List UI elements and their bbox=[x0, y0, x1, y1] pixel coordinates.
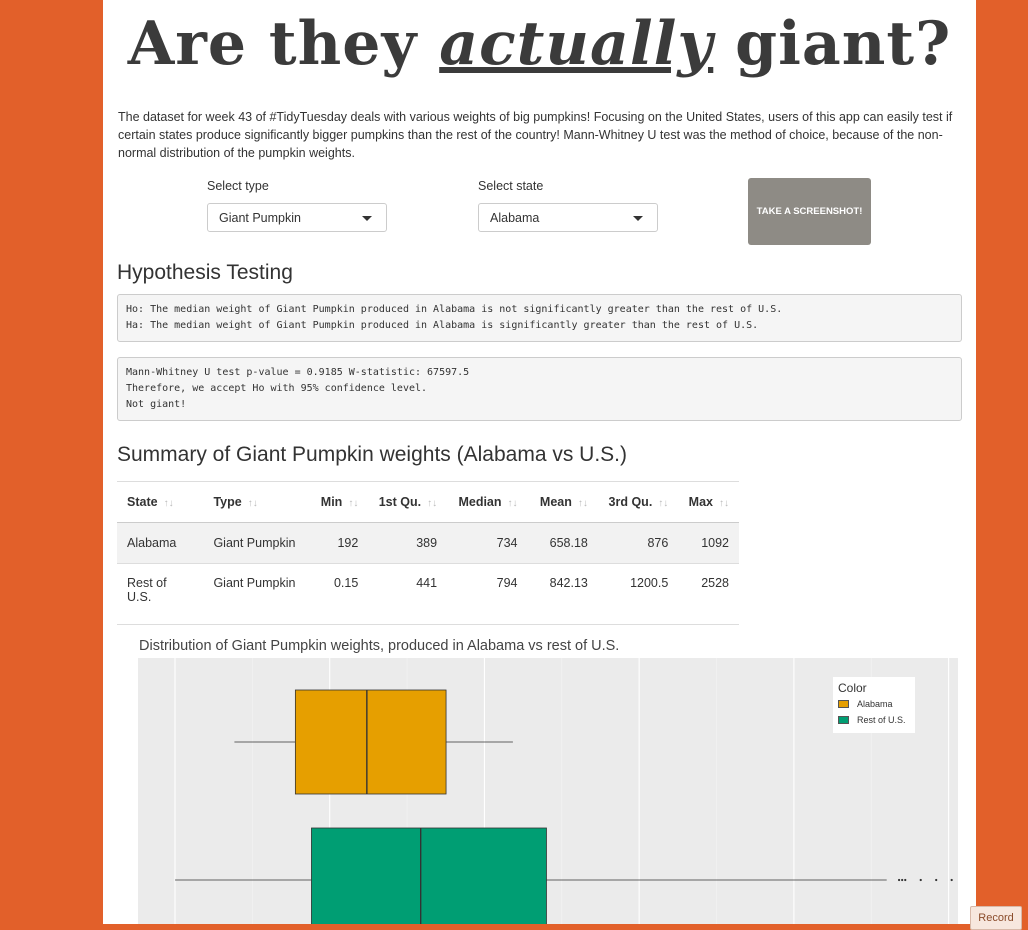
result-line-1: Mann-Whitney U test p-value = 0.9185 W-s… bbox=[126, 367, 470, 378]
cell-median: 794 bbox=[447, 563, 528, 625]
box-alabama bbox=[294, 689, 447, 795]
chart-legend: Color Alabama Rest of U.S. bbox=[833, 677, 915, 733]
app-title-part3: giant? bbox=[735, 9, 952, 79]
outlier-point-rest-of-u-s bbox=[904, 878, 907, 882]
type-select[interactable]: Giant Pumpkin bbox=[207, 203, 387, 232]
sort-icon: ↑↓ bbox=[247, 498, 258, 509]
outlier-point-rest-of-u-s bbox=[901, 878, 904, 882]
outlier-point-rest-of-u-s bbox=[950, 878, 953, 882]
cell-type: Giant Pumpkin bbox=[203, 522, 308, 564]
hypothesis-box: Ho: The median weight of Giant Pumpkin p… bbox=[117, 294, 962, 342]
cell-mean: 842.13 bbox=[527, 563, 598, 625]
sort-icon: ↑↓ bbox=[348, 498, 359, 509]
legend-item-rest: Rest of U.S. bbox=[838, 715, 906, 725]
sort-icon: ↑↓ bbox=[658, 498, 669, 509]
result-line-3: Not giant! bbox=[126, 399, 187, 410]
legend-title: Color bbox=[838, 681, 867, 695]
col-type[interactable]: Type ↑↓ bbox=[203, 481, 308, 523]
cell-q1: 389 bbox=[368, 522, 448, 564]
col-mean[interactable]: Mean ↑↓ bbox=[527, 481, 598, 523]
cell-min: 0.15 bbox=[308, 563, 369, 625]
col-state[interactable]: State ↑↓ bbox=[117, 481, 204, 523]
sort-icon: ↑↓ bbox=[577, 498, 588, 509]
screenshot-button[interactable]: TAKE A SCREENSHOT! bbox=[748, 178, 871, 245]
cell-min: 192 bbox=[308, 522, 369, 564]
summary-table: State ↑↓ Type ↑↓ Min ↑↓ 1st Qu. ↑↓ Median ↑↓ … bbox=[117, 481, 739, 625]
col-median[interactable]: Median ↑↓ bbox=[447, 481, 528, 523]
table-row: Alabama Giant Pumpkin 192 389 734 658.18… bbox=[117, 522, 739, 564]
legend-swatch-alabama bbox=[838, 700, 849, 708]
cell-max: 1092 bbox=[678, 522, 739, 564]
chevron-down-icon bbox=[362, 216, 372, 221]
intro-text: The dataset for week 43 of #TidyTuesday … bbox=[118, 110, 953, 160]
chevron-down-icon bbox=[633, 216, 643, 221]
table-header-row: State ↑↓ Type ↑↓ Min ↑↓ 1st Qu. ↑↓ Median ↑↓ … bbox=[117, 481, 739, 523]
col-q3[interactable]: 3rd Qu. ↑↓ bbox=[597, 481, 679, 523]
sort-icon: ↑↓ bbox=[163, 498, 174, 509]
state-select[interactable]: Alabama bbox=[478, 203, 658, 232]
legend-item-alabama: Alabama bbox=[838, 699, 893, 709]
col-max[interactable]: Max ↑↓ bbox=[678, 481, 739, 523]
app-title-part2: actually bbox=[439, 9, 714, 79]
cell-mean: 658.18 bbox=[527, 522, 598, 564]
app-title: Are they actually giant? bbox=[103, 14, 976, 74]
type-select-value: Giant Pumpkin bbox=[219, 211, 301, 225]
plot-title: Distribution of Giant Pumpkin weights, p… bbox=[139, 638, 620, 654]
h0-line: Ho: The median weight of Giant Pumpkin p… bbox=[126, 304, 783, 315]
cell-q3: 876 bbox=[597, 522, 679, 564]
main-panel: Are they actually giant? The dataset for… bbox=[103, 0, 976, 924]
sort-icon: ↑↓ bbox=[427, 498, 438, 509]
outlier-point-rest-of-u-s bbox=[919, 878, 922, 882]
state-select-value: Alabama bbox=[490, 211, 540, 225]
cell-state: Alabama bbox=[117, 522, 204, 564]
table-row: Rest of U.S. Giant Pumpkin 0.15 441 794 … bbox=[117, 563, 739, 625]
app-title-part1: Are they bbox=[127, 9, 418, 79]
sort-icon: ↑↓ bbox=[507, 498, 518, 509]
box-rest-of-u-s bbox=[311, 827, 547, 924]
test-result-box: Mann-Whitney U test p-value = 0.9185 W-s… bbox=[117, 357, 962, 421]
type-label: Select type bbox=[207, 179, 269, 193]
legend-swatch-rest bbox=[838, 716, 849, 724]
cell-type: Giant Pumpkin bbox=[203, 563, 308, 625]
cell-state: Rest of U.S. bbox=[117, 563, 204, 625]
state-label: Select state bbox=[478, 179, 544, 193]
outlier-point-rest-of-u-s bbox=[935, 878, 938, 882]
sort-icon: ↑↓ bbox=[719, 498, 729, 509]
record-button[interactable]: Record bbox=[970, 906, 1022, 930]
cell-q3: 1200.5 bbox=[597, 563, 679, 625]
cell-max: 2528 bbox=[678, 563, 739, 625]
result-line-2: Therefore, we accept Ho with 95% confide… bbox=[126, 383, 428, 394]
ha-line: Ha: The median weight of Giant Pumpkin p… bbox=[126, 320, 759, 331]
hypothesis-heading: Hypothesis Testing bbox=[117, 261, 293, 284]
col-min[interactable]: Min ↑↓ bbox=[308, 481, 369, 523]
col-q1[interactable]: 1st Qu. ↑↓ bbox=[368, 481, 448, 523]
summary-heading: Summary of Giant Pumpkin weights (Alabam… bbox=[117, 443, 628, 466]
outlier-point-rest-of-u-s bbox=[897, 878, 901, 882]
cell-median: 734 bbox=[447, 522, 528, 564]
cell-q1: 441 bbox=[368, 563, 448, 625]
